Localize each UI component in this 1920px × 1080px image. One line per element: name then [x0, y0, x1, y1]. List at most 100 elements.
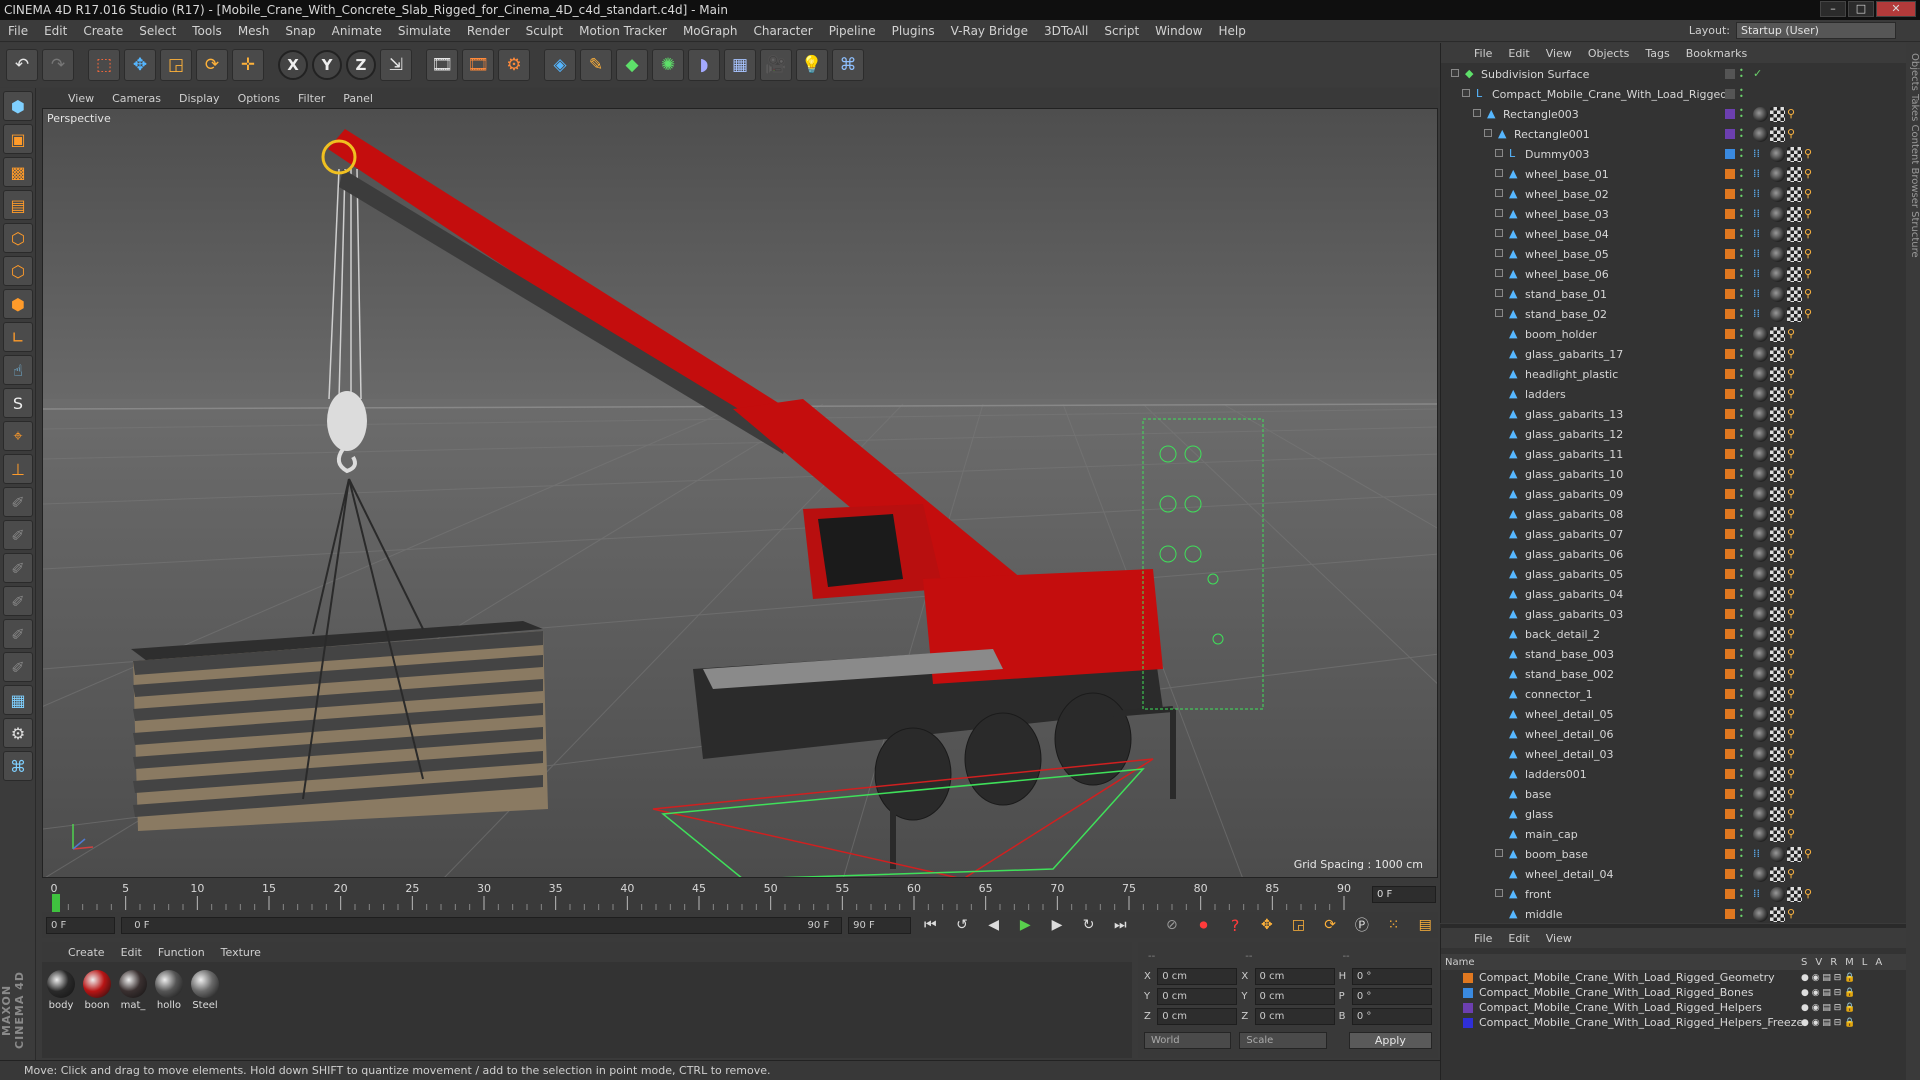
sculpt-smooth-icon[interactable]: ✐ — [3, 553, 33, 583]
object-name[interactable]: glass_gabarits_05 — [1525, 568, 1623, 581]
material-tag-icon[interactable] — [1753, 587, 1768, 602]
visibility-dots-icon[interactable]: • • — [1739, 347, 1747, 361]
visibility-dots-icon[interactable]: • • — [1739, 807, 1747, 821]
object-name[interactable]: middle — [1525, 908, 1563, 921]
apply-button[interactable]: Apply — [1348, 1032, 1433, 1049]
material-tag-icon[interactable] — [1753, 767, 1768, 782]
object-name[interactable]: front — [1525, 888, 1551, 901]
object-name[interactable]: glass — [1525, 808, 1553, 821]
expand-toggle-icon[interactable] — [1495, 189, 1503, 197]
visibility-dots-icon[interactable]: • • — [1739, 67, 1747, 81]
object-row[interactable]: ▲ wheel_base_03 • • ⁞⁞ ⚲ — [1441, 205, 1899, 225]
object-name[interactable]: connector_1 — [1525, 688, 1593, 701]
weight-tag-icon[interactable]: ⚲ — [1787, 567, 1802, 582]
object-name[interactable]: glass_gabarits_13 — [1525, 408, 1623, 421]
object-name[interactable]: wheel_base_06 — [1525, 268, 1609, 281]
expand-toggle-icon[interactable] — [1473, 109, 1481, 117]
visibility-dots-icon[interactable]: • • — [1739, 207, 1747, 221]
previous-key-icon[interactable]: ↺ — [949, 914, 975, 936]
material-tag-icon[interactable] — [1770, 847, 1785, 862]
tweak-mode-icon[interactable]: ☝ — [3, 355, 33, 385]
autokey-icon[interactable]: ⊘ — [1159, 914, 1185, 936]
weight-tag-icon[interactable]: ⚲ — [1787, 407, 1802, 422]
texture-tag-icon[interactable] — [1770, 907, 1785, 922]
object-row[interactable]: ▲ wheel_base_05 • • ⁞⁞ ⚲ — [1441, 245, 1899, 265]
texture-tag-icon[interactable] — [1770, 327, 1785, 342]
weight-tag-icon[interactable]: ⚲ — [1787, 687, 1802, 702]
texture-tag-icon[interactable] — [1787, 147, 1802, 162]
weight-tag-icon[interactable]: ⚲ — [1787, 447, 1802, 462]
object-name[interactable]: glass_gabarits_03 — [1525, 608, 1623, 621]
minimize-button[interactable]: – — [1820, 1, 1846, 17]
layer-color-swatch[interactable] — [1725, 169, 1735, 179]
visibility-dots-icon[interactable]: • • — [1739, 707, 1747, 721]
key-parameter-icon[interactable]: Ⓟ — [1349, 914, 1375, 936]
x-axis-lock-icon[interactable]: X — [278, 50, 308, 80]
material-tag-icon[interactable] — [1753, 507, 1768, 522]
weight-tag-icon[interactable]: ⚲ — [1787, 347, 1802, 362]
layer-color-swatch[interactable] — [1725, 809, 1735, 819]
material-tag-icon[interactable] — [1753, 707, 1768, 722]
constraint-tag-icon[interactable]: ⁞⁞ — [1753, 187, 1768, 202]
object-name[interactable]: wheel_base_02 — [1525, 188, 1609, 201]
layer-column-l[interactable]: L — [1862, 957, 1868, 968]
object-name[interactable]: wheel_base_01 — [1525, 168, 1609, 181]
weight-tag-icon[interactable]: ⚲ — [1804, 147, 1819, 162]
texture-tag-icon[interactable] — [1770, 387, 1785, 402]
layer-color-swatch[interactable] — [1725, 669, 1735, 679]
weight-tag-icon[interactable]: ⚲ — [1787, 367, 1802, 382]
material-swatch[interactable]: mat_ — [118, 970, 148, 1050]
visibility-dots-icon[interactable]: • • — [1739, 267, 1747, 281]
object-name[interactable]: glass_gabarits_06 — [1525, 548, 1623, 561]
scale-tool-icon[interactable]: ◲ — [160, 49, 192, 81]
object-name[interactable]: stand_base_002 — [1525, 668, 1614, 681]
object-name[interactable]: Rectangle001 — [1514, 128, 1590, 141]
menu-plugins[interactable]: Plugins — [884, 24, 943, 38]
redo-icon[interactable]: ↷ — [42, 49, 74, 81]
texture-tag-icon[interactable] — [1787, 887, 1802, 902]
object-name[interactable]: glass_gabarits_12 — [1525, 428, 1623, 441]
layer-color-swatch[interactable] — [1725, 869, 1735, 879]
object-row[interactable]: ▲ wheel_base_01 • • ⁞⁞ ⚲ — [1441, 165, 1899, 185]
material-tag-icon[interactable] — [1753, 447, 1768, 462]
layer-color-swatch[interactable] — [1725, 549, 1735, 559]
key-position-icon[interactable]: ✥ — [1254, 914, 1280, 936]
material-tag-icon[interactable] — [1753, 127, 1768, 142]
texture-tag-icon[interactable] — [1770, 547, 1785, 562]
layer-color-swatch[interactable] — [1725, 649, 1735, 659]
object-row[interactable]: ▲ ladders • • ⚲ — [1441, 385, 1899, 405]
object-name[interactable]: glass_gabarits_08 — [1525, 508, 1623, 521]
layout-selector[interactable]: Layout: Startup (User) — [1689, 22, 1896, 39]
expand-toggle-icon[interactable] — [1495, 289, 1503, 297]
object-row[interactable]: ▲ glass_gabarits_05 • • ⚲ — [1441, 565, 1899, 585]
layer-color-swatch[interactable] — [1463, 1017, 1473, 1028]
layer-color-swatch[interactable] — [1725, 729, 1735, 739]
layer-color-swatch[interactable] — [1725, 769, 1735, 779]
menu-create[interactable]: Create — [75, 24, 131, 38]
object-row[interactable]: ▲ glass_gabarits_11 • • ⚲ — [1441, 445, 1899, 465]
sculpt-flatten-icon[interactable]: ✐ — [3, 586, 33, 616]
texture-tag-icon[interactable] — [1770, 607, 1785, 622]
layer-color-swatch[interactable] — [1725, 889, 1735, 899]
visibility-dots-icon[interactable]: • • — [1739, 307, 1747, 321]
material-swatch[interactable]: Steel — [190, 970, 220, 1050]
material-tag-icon[interactable] — [1770, 207, 1785, 222]
sculpt-brush-icon[interactable]: ✐ — [3, 487, 33, 517]
object-row[interactable]: ▲ glass • • ⚲ — [1441, 805, 1899, 825]
weight-tag-icon[interactable]: ⚲ — [1787, 907, 1802, 922]
next-key-icon[interactable]: ↻ — [1076, 914, 1102, 936]
texture-tag-icon[interactable] — [1787, 267, 1802, 282]
previous-frame-icon[interactable]: ◀ — [981, 914, 1007, 936]
expand-toggle-icon[interactable] — [1495, 169, 1503, 177]
viewport-menu-view[interactable]: View — [60, 92, 102, 105]
weight-tag-icon[interactable]: ⚲ — [1787, 127, 1802, 142]
menu-window[interactable]: Window — [1147, 24, 1210, 38]
object-row[interactable]: ▲ boom_base • • ⁞⁞ ⚲ — [1441, 845, 1899, 865]
texture-tag-icon[interactable] — [1770, 507, 1785, 522]
weight-tag-icon[interactable]: ⚲ — [1804, 167, 1819, 182]
menu-mograph[interactable]: MoGraph — [675, 24, 746, 38]
texture-tag-icon[interactable] — [1770, 667, 1785, 682]
material-tag-icon[interactable] — [1753, 807, 1768, 822]
floor-icon[interactable]: ▦ — [724, 49, 756, 81]
material-menu-function[interactable]: Function — [152, 946, 211, 959]
